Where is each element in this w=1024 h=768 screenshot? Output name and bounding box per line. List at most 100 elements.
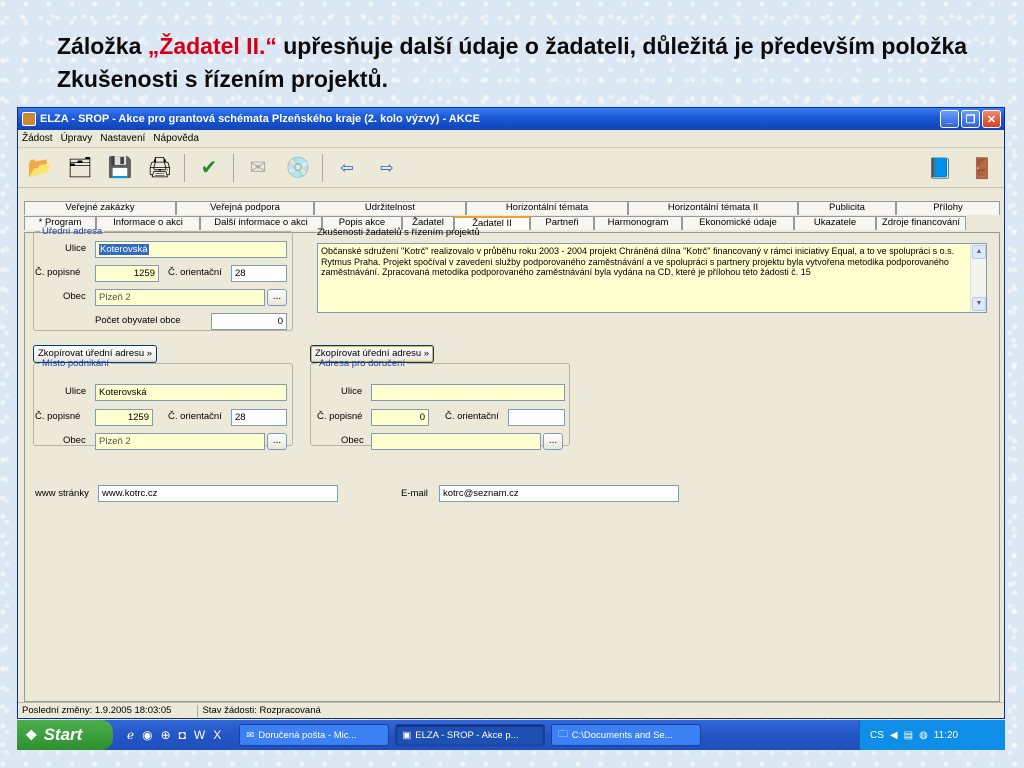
delivery-city-input[interactable] [371,433,541,450]
business-city-label: Obec [63,435,86,446]
experience-scrollbar[interactable]: ▲ ▼ [970,244,986,312]
toolbar: 📂 🗂 💾 🖨 ✔ ✉ 💿 ⇦ ⇨ 📘 🚪 [18,148,1004,188]
status-last-change: Poslední změny: 1.9.2005 18:03:05 [22,705,172,716]
menu-nastaveni[interactable]: Nastavení [100,133,145,144]
minimize-button[interactable]: _ [940,110,959,128]
start-label: Start [43,725,83,744]
system-tray: CS ◀ ▤ ◍ 11:20 [859,720,1005,750]
close-button[interactable]: ✕ [982,110,1001,128]
web-label: www stránky [35,488,89,499]
network-icon: ▤ [903,729,914,741]
status-state: Stav žádosti: Rozpracovaná [202,705,321,716]
experience-label: Zkušenosti žadatelů s řízením projektů [317,227,480,238]
delivery-popisne-input[interactable]: 0 [371,409,429,426]
scroll-up-icon[interactable]: ▲ [972,245,986,259]
window-title: ELZA - SROP - Akce pro grantová schémata… [40,113,480,125]
tab-udrzitelnost[interactable]: Udržitelnost [314,201,466,215]
official-street-value: Koterovská [99,244,149,255]
title-text: Záložka [57,33,148,59]
task-elza-label: ELZA - SROP - Akce p... [415,729,519,741]
business-address-legend: Místo podnikání [42,358,110,369]
exit-door-icon[interactable]: 🚪 [966,153,998,183]
tab-panel-zadatel-2: Úřední adresa Ulice Koterovská Č. popisn… [24,226,1000,702]
business-city-input[interactable]: Plzeň 2 [95,433,265,450]
language-indicator[interactable]: CS [870,730,884,741]
menu-upravy[interactable]: Úpravy [61,133,93,144]
delivery-street-input[interactable] [371,384,565,401]
start-button[interactable]: ❖ Start [17,720,113,750]
help-book-icon[interactable]: 📘 [924,153,956,183]
check-icon[interactable]: ✔ [193,153,225,183]
folder-icon[interactable]: 🗂 [64,153,96,183]
menu-zadost[interactable]: Žádost [22,133,53,144]
tray-expand-icon[interactable]: ◀ [890,730,898,741]
tab-zdroje-financovani[interactable]: Zdroje financování [876,216,966,230]
menu-bar: Žádost Úpravy Nastavení Nápověda [18,130,1004,148]
delivery-popisne-label: Č. popisné [317,411,363,422]
delivery-street-label: Ulice [341,386,363,397]
delivery-orientacni-input[interactable] [508,409,565,426]
business-popisne-input[interactable]: 1259 [95,409,153,426]
official-street-input[interactable]: Koterovská [95,241,287,258]
ie-icon[interactable]: ℯ [127,728,134,742]
official-city-input[interactable]: Plzeň 2 [95,289,265,306]
task-mail[interactable]: ✉ Doručená pošta - Mic... [239,724,390,746]
tab-verejne-zakazky[interactable]: Veřejné zakázky [24,201,176,215]
business-popisne-label: Č. popisné [35,411,81,422]
business-orientacni-input[interactable]: 28 [231,409,287,426]
excel-icon[interactable]: X [213,728,221,742]
arrow-left-icon[interactable]: ⇦ [331,153,363,183]
email-label: E-mail [401,488,428,499]
maximize-button[interactable]: ❐ [961,110,980,128]
business-street-input[interactable]: Koterovská [95,384,287,401]
tab-horizontalni-temata[interactable]: Horizontální témata [466,201,628,215]
delivery-orientacni-label: Č. orientační [445,411,499,422]
toolbar-separator [233,153,234,182]
street-label: Ulice [65,243,87,254]
scroll-down-icon[interactable]: ▼ [972,297,986,311]
business-city-browse-button[interactable]: ... [267,433,287,450]
official-address-legend: Úřední adresa [42,226,103,237]
orientacni-label: Č. orientační [168,267,222,278]
business-street-label: Ulice [65,386,87,397]
outlook-icon[interactable]: ◘ [179,728,186,742]
web-input[interactable]: www.kotrc.cz [98,485,338,502]
population-input[interactable]: 0 [211,313,287,330]
tab-prilohy[interactable]: Přílohy [896,201,1000,215]
windows-logo-icon: ❖ [25,726,38,743]
mail-icon: ✉ [246,729,255,741]
clock: 11:20 [933,729,959,741]
title-bar[interactable]: ELZA - SROP - Akce pro grantová schémata… [18,108,1004,130]
print-icon[interactable]: 🖨 [144,153,176,183]
arrow-right-icon[interactable]: ⇨ [371,153,403,183]
save-disk-icon[interactable]: 💾 [104,153,136,183]
tab-verejna-podpora[interactable]: Veřejná podpora [176,201,314,215]
menu-napoveda[interactable]: Nápověda [153,133,199,144]
browser-icon[interactable]: ⊕ [161,728,171,742]
task-explorer-label: C:\Documents and Se... [571,729,673,741]
official-orientacni-input[interactable]: 28 [231,265,287,282]
task-explorer[interactable]: 🗀 C:\Documents and Se... [551,724,702,746]
population-label: Počet obyvatel obce [95,315,181,326]
export-disk-icon[interactable]: 💿 [282,153,314,183]
delivery-city-label: Obec [341,435,364,446]
experience-textarea[interactable]: Občanské sdružení "Kotrč" realizovalo v … [317,243,987,313]
tab-partneri[interactable]: Partneři [530,216,594,230]
antivirus-icon: ◍ [919,729,928,741]
task-elza[interactable]: ▣ ELZA - SROP - Akce p... [395,724,546,746]
open-folder-icon[interactable]: 📂 [24,153,56,183]
tab-ekonomicke-udaje[interactable]: Ekonomické údaje [682,216,794,230]
tab-horizontalni-temata-2[interactable]: Horizontální témata II [628,201,798,215]
popisne-label: Č. popisné [35,267,81,278]
media-icon[interactable]: ◉ [142,728,152,742]
delivery-city-browse-button[interactable]: ... [543,433,563,450]
official-popisne-input[interactable]: 1259 [95,265,159,282]
word-icon[interactable]: W [194,728,205,742]
tab-harmonogram[interactable]: Harmonogram [594,216,682,230]
tab-publicita[interactable]: Publicita [798,201,896,215]
tab-ukazatele[interactable]: Ukazatele [794,216,876,230]
official-city-browse-button[interactable]: ... [267,289,287,306]
email-input[interactable]: kotrc@seznam.cz [439,485,679,502]
toolbar-separator [322,153,323,182]
send-icon[interactable]: ✉ [242,153,274,183]
